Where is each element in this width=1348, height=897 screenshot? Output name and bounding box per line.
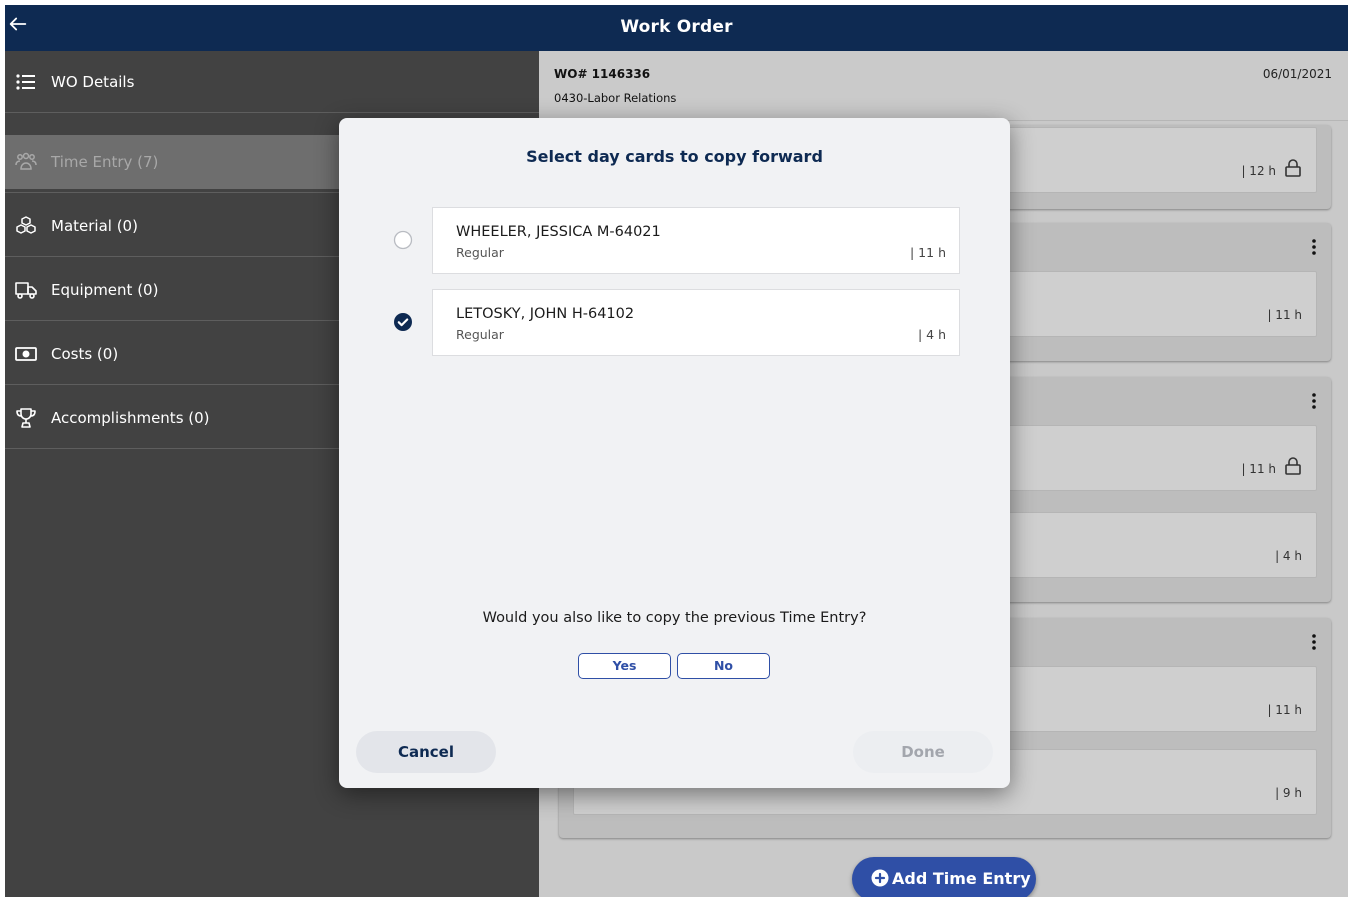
hours-label: | 11 h	[1267, 308, 1302, 322]
entry-type: Regular	[456, 327, 504, 342]
sidebar-item-wo-details[interactable]: WO Details	[5, 51, 539, 113]
yes-button[interactable]: Yes	[578, 653, 671, 679]
more-options-icon[interactable]	[1307, 632, 1321, 652]
sidebar-item-label: Accomplishments (0)	[51, 409, 210, 427]
hours-label: | 4 h	[1275, 549, 1302, 563]
work-order-number: WO# 1146336	[554, 67, 651, 81]
sidebar-item-label: Costs (0)	[51, 345, 119, 363]
app-frame: Work Order WO Details Time Entry (7) Mat…	[5, 5, 1348, 897]
sidebar-item-label: WO Details	[51, 73, 135, 91]
top-bar: Work Order	[5, 5, 1348, 51]
copy-forward-dialog: Select day cards to copy forward WHEELER…	[339, 118, 1010, 788]
no-button[interactable]: No	[677, 653, 770, 679]
boxes-icon	[15, 215, 37, 237]
radio-checked[interactable]	[393, 312, 413, 332]
sidebar-item-label: Time Entry (7)	[51, 153, 159, 171]
cash-icon	[15, 343, 37, 365]
lock-icon	[1284, 456, 1302, 476]
trophy-icon	[15, 407, 37, 429]
add-time-entry-button[interactable]: Add Time Entry	[852, 857, 1036, 897]
people-icon	[15, 151, 37, 173]
copy-previous-question: Would you also like to copy the previous…	[482, 610, 867, 626]
dialog-title: Select day cards to copy forward	[526, 147, 823, 166]
add-time-entry-label: Add Time Entry	[892, 869, 1031, 888]
list-icon	[15, 71, 37, 93]
cancel-button[interactable]: Cancel	[356, 731, 496, 773]
truck-icon	[15, 279, 37, 301]
work-order-date: 06/01/2021	[1262, 67, 1332, 81]
day-card-option: WHEELER, JESSICA M-64021 Regular | 11 h	[339, 207, 1010, 275]
entry-type: Regular	[456, 245, 504, 260]
lock-icon	[1284, 158, 1302, 178]
radio-unchecked[interactable]	[393, 230, 413, 250]
hours-label: | 11 h	[1267, 703, 1302, 717]
more-options-icon[interactable]	[1307, 391, 1321, 411]
entry-hours: | 4 h	[917, 327, 946, 342]
day-card[interactable]: WHEELER, JESSICA M-64021 Regular | 11 h	[432, 207, 960, 274]
employee-name: WHEELER, JESSICA M-64021	[456, 224, 661, 240]
day-card-option: LETOSKY, JOHN H-64102 Regular | 4 h	[339, 289, 1010, 357]
page-title: Work Order	[620, 17, 733, 37]
divider	[5, 112, 539, 113]
employee-name: LETOSKY, JOHN H-64102	[456, 306, 635, 322]
day-card[interactable]: LETOSKY, JOHN H-64102 Regular | 4 h	[432, 289, 960, 356]
work-order-department: 0430-Labor Relations	[554, 91, 677, 105]
work-order-header: WO# 1146336 0430-Labor Relations 06/01/2…	[539, 51, 1348, 121]
plus-circle-icon	[871, 869, 889, 887]
hours-label: | 9 h	[1275, 786, 1302, 800]
sidebar-item-label: Equipment (0)	[51, 281, 159, 299]
hours-label: | 11 h	[1241, 462, 1276, 476]
hours-label: | 12 h	[1241, 164, 1276, 178]
entry-hours: | 11 h	[910, 245, 946, 260]
sidebar-item-label: Material (0)	[51, 217, 138, 235]
more-options-icon[interactable]	[1307, 237, 1321, 257]
done-button[interactable]: Done	[853, 731, 993, 773]
